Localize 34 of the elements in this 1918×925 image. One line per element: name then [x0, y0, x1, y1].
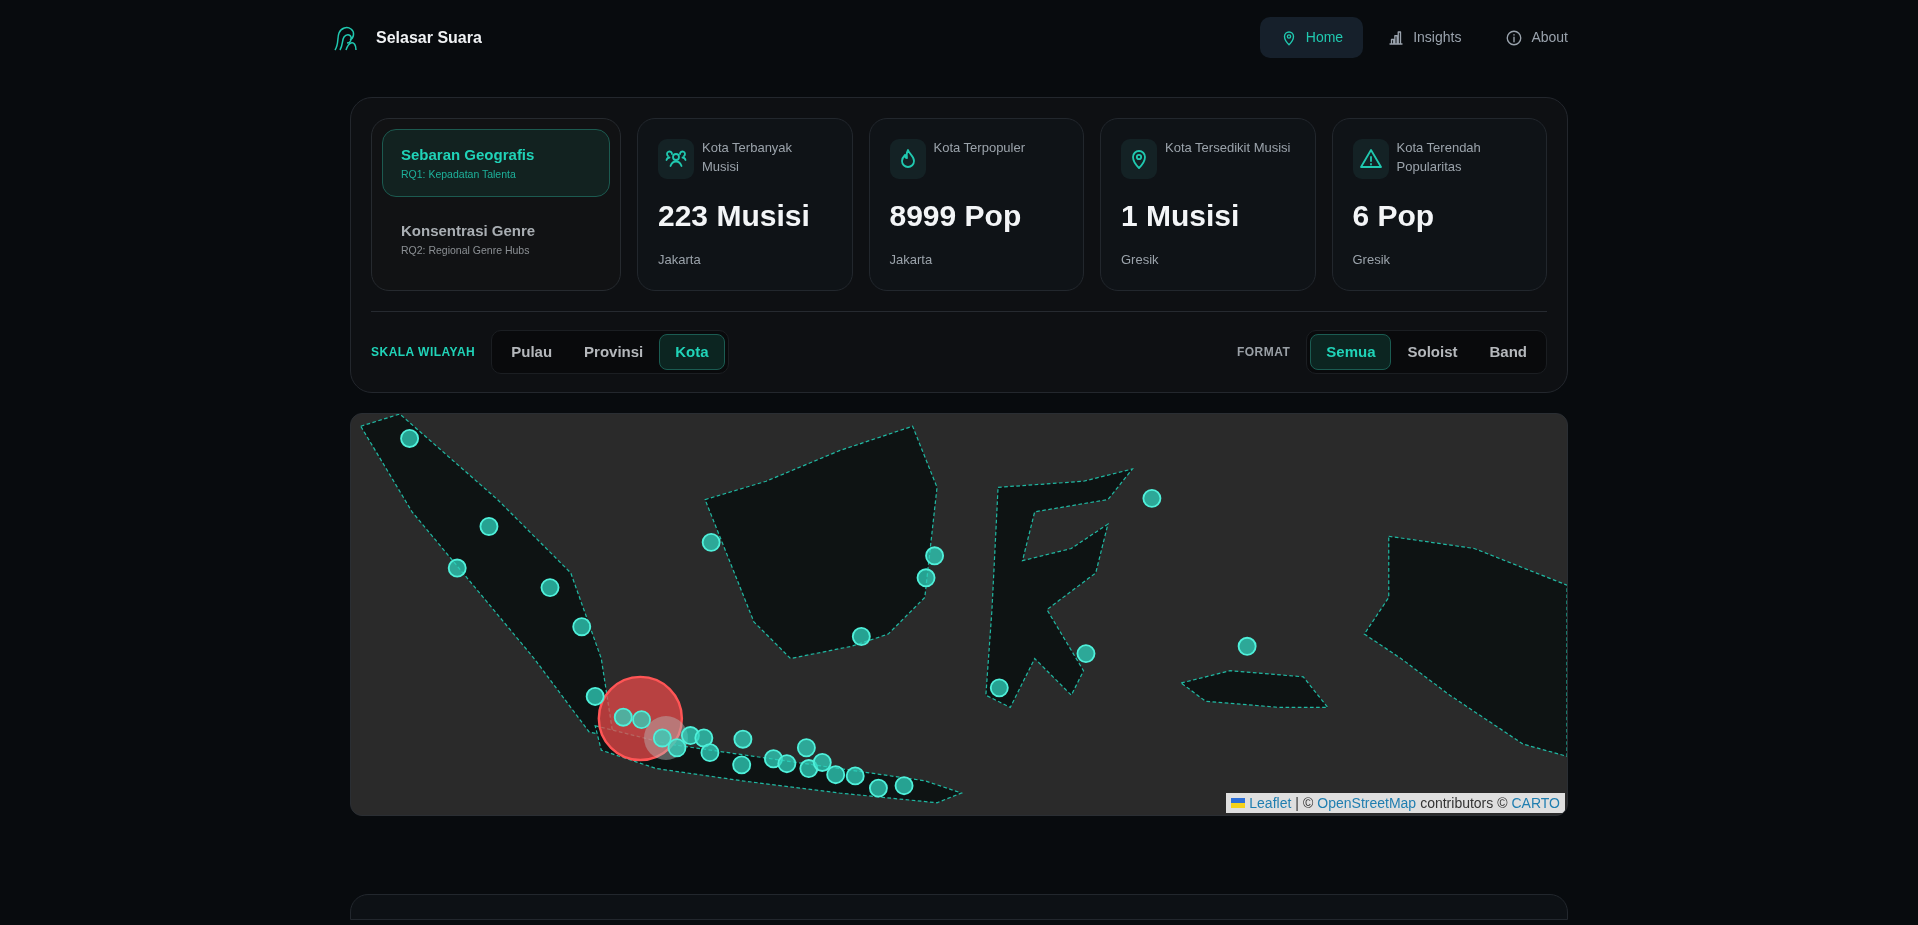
brand-name: Selasar Suara	[376, 27, 482, 48]
segment-option[interactable]: Band	[1473, 333, 1543, 370]
segment-option[interactable]: Kota	[659, 333, 725, 370]
attribution-text: |	[1295, 794, 1299, 813]
stat-label: Kota Tersedikit Musisi	[1165, 139, 1291, 157]
segment-option[interactable]: Semua	[1310, 333, 1392, 370]
format-label: FORMAT	[1236, 343, 1291, 361]
mode-tab[interactable]: Konsentrasi Genre RQ2: Regional Genre Hubs	[382, 205, 610, 274]
segment-option[interactable]: Provinsi	[568, 333, 660, 370]
stat-value: 6 Pop	[1352, 198, 1436, 234]
stat-label: Kota Terbanyak Musisi	[702, 139, 794, 176]
attribution-text: contributors ©	[1420, 794, 1508, 813]
mode-tab[interactable]: Sebaran Geografis RQ1: Kepadatan Talenta	[382, 129, 610, 198]
stat-city: Jakarta	[658, 251, 702, 269]
nav-link[interactable]: Home	[1259, 17, 1364, 58]
map[interactable]: Leaflet | © OpenStreetMap contributors © CARTO	[350, 413, 1568, 816]
nav-link[interactable]: Insights	[1367, 17, 1482, 58]
nav-link[interactable]: About	[1485, 17, 1588, 58]
attribution-text: ©	[1302, 794, 1314, 813]
segment-option[interactable]: Soloist	[1391, 333, 1474, 370]
segment-option[interactable]: Pulau	[495, 333, 569, 370]
warning-icon	[1358, 147, 1383, 171]
stat-value: 1 Musisi	[1121, 198, 1241, 234]
stat-label: Kota Terendah Popularitas	[1396, 139, 1482, 176]
info-icon	[1505, 28, 1524, 47]
stat-value: 223 Musisi	[658, 198, 811, 234]
stat-value: 8999 Pop	[889, 198, 1023, 234]
stat-label: Kota Terpopuler	[933, 139, 1026, 157]
flag-icon	[1231, 798, 1246, 808]
bar-chart-icon	[1387, 28, 1406, 47]
stat-city: Jakarta	[889, 251, 934, 269]
stat-city: Gresik	[1352, 251, 1392, 269]
scale-label: SKALA WILAYAH	[371, 343, 476, 361]
stat-city: Gresik	[1121, 251, 1160, 269]
